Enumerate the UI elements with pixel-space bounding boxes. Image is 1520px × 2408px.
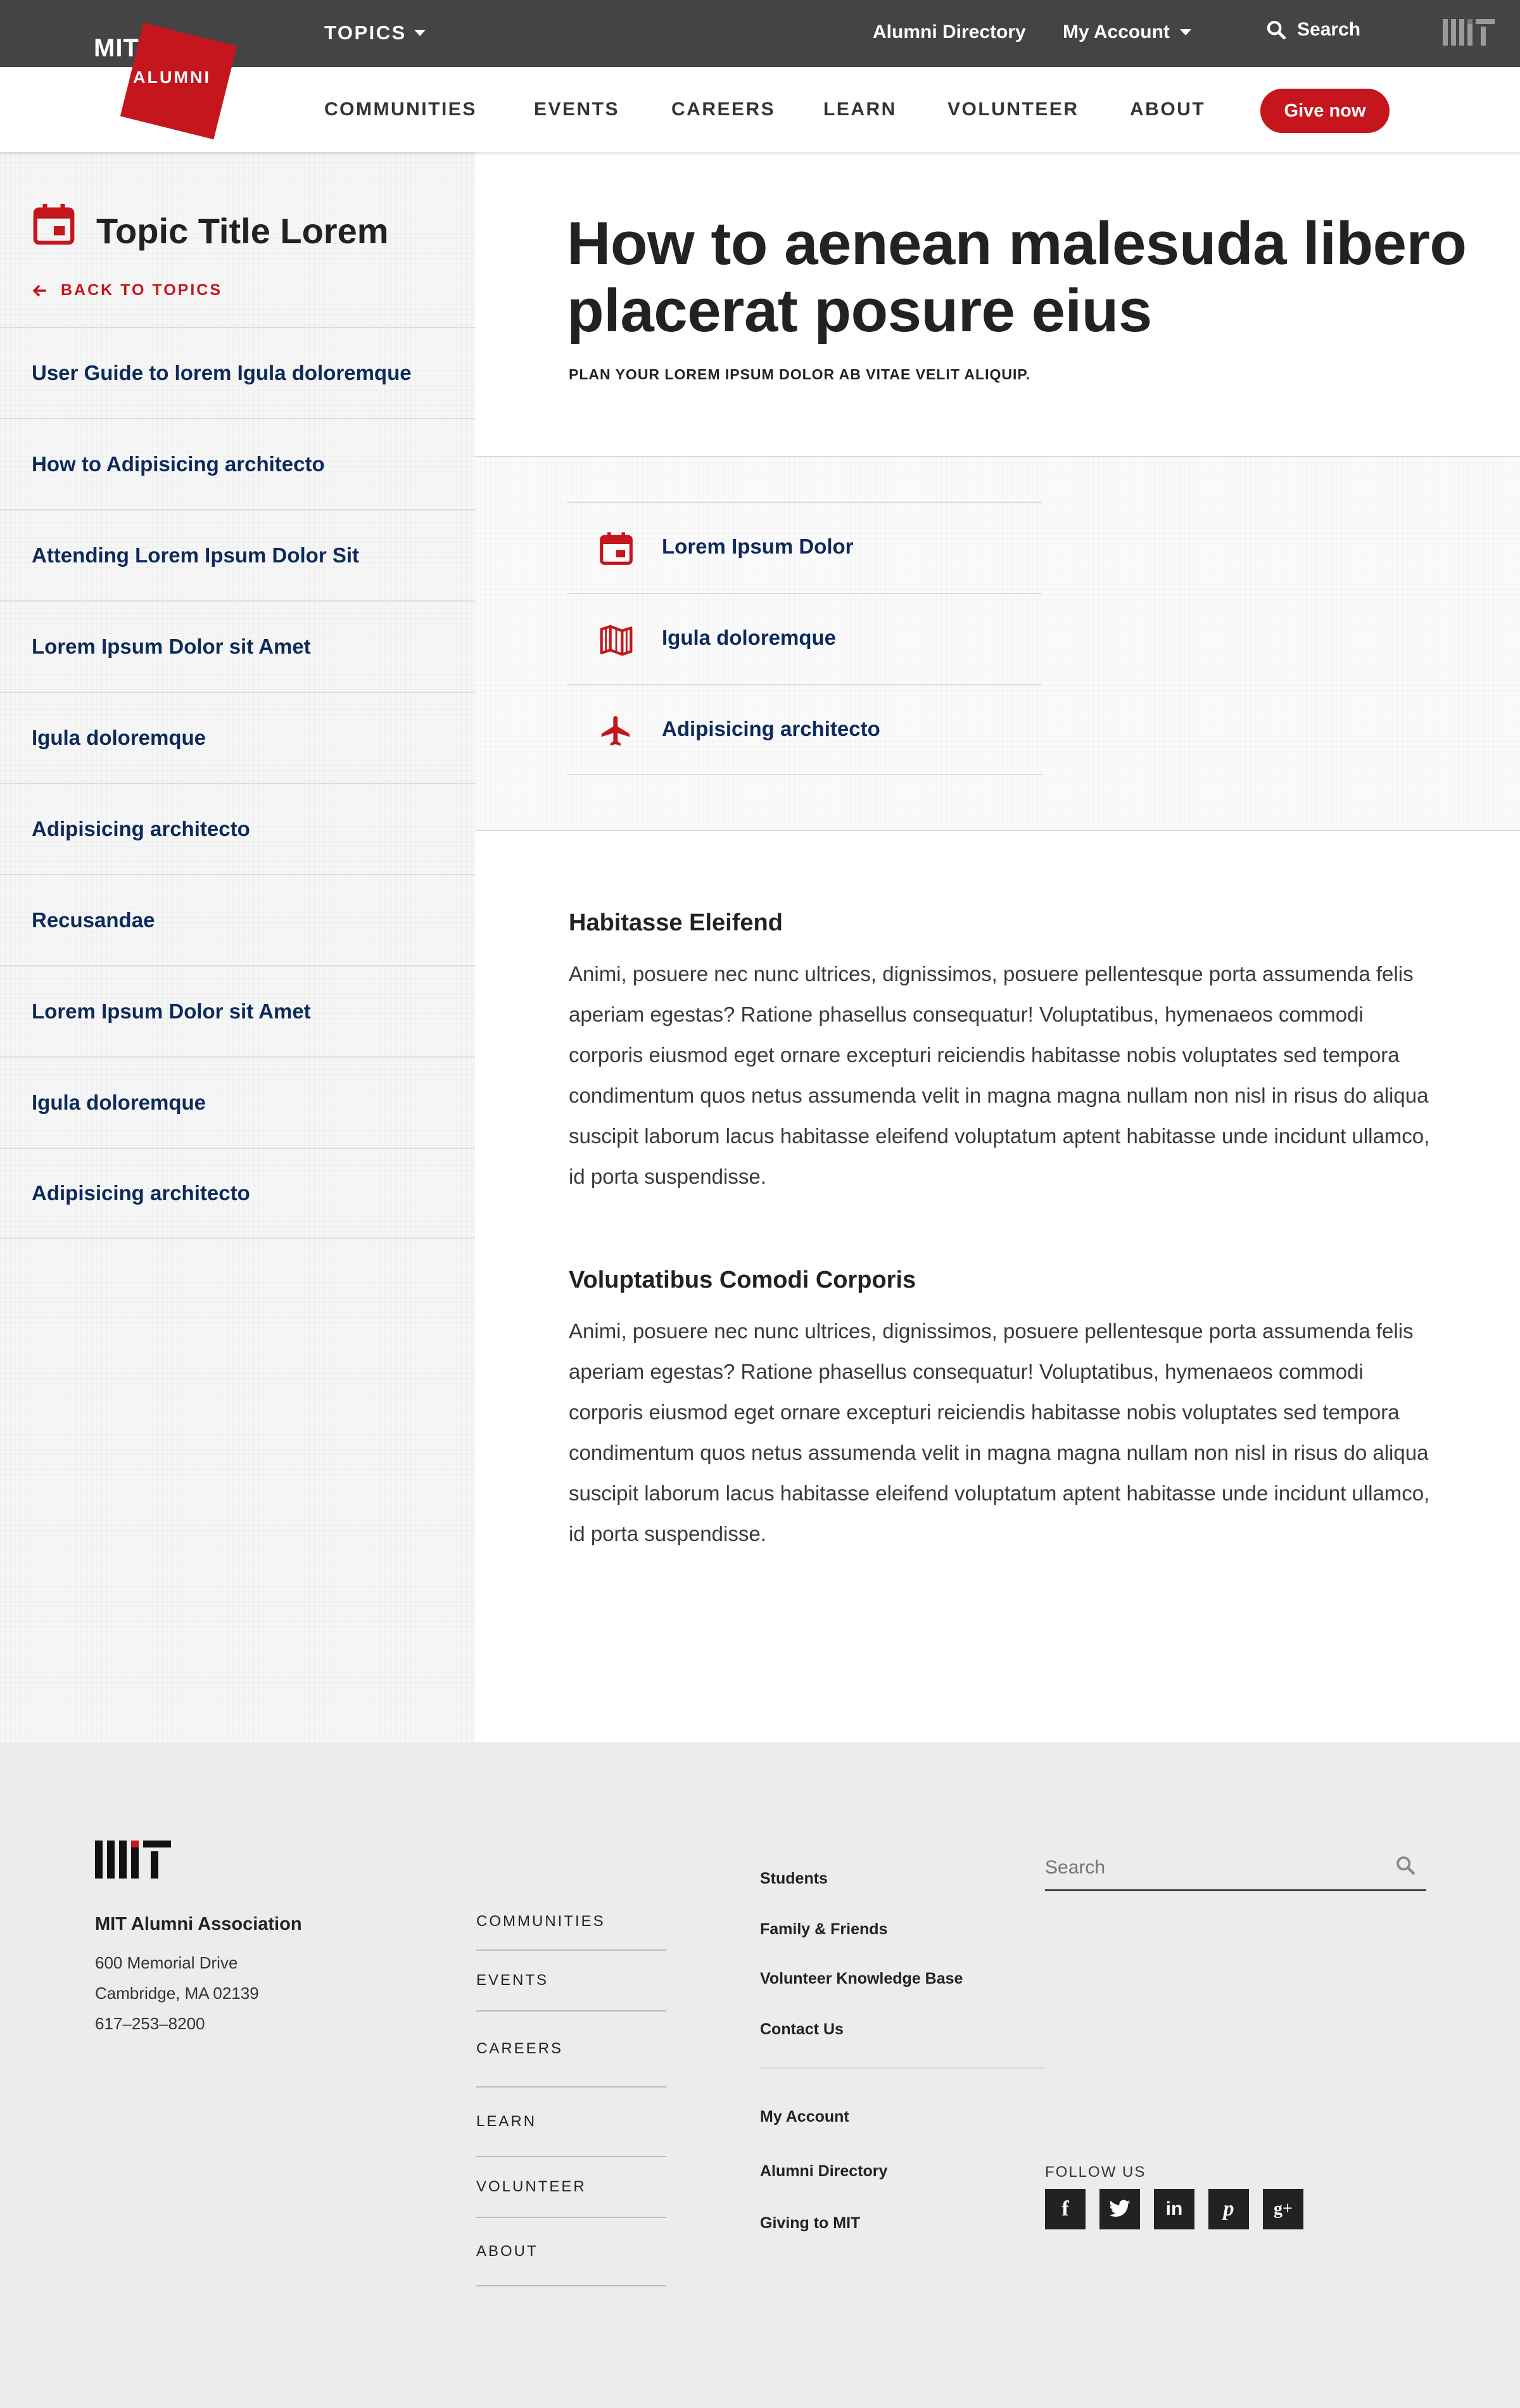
footer-link-alumni-directory[interactable]: Alumni Directory bbox=[760, 2162, 887, 2181]
caret-down-icon bbox=[1179, 29, 1191, 35]
quick-link-label: Igula doloremque bbox=[662, 626, 837, 649]
mit-logo-icon[interactable] bbox=[95, 1841, 171, 1879]
footer-nav-label: LEARN bbox=[476, 2113, 537, 2130]
quick-link-label: Adipisicing architecto bbox=[662, 717, 880, 740]
search-label: Search bbox=[1297, 19, 1361, 40]
caret-down-icon bbox=[414, 30, 426, 36]
sidebar-item-label: Attending Lorem Ipsum Dolor Sit bbox=[32, 543, 359, 567]
map-icon bbox=[600, 624, 633, 656]
footer-nav-volunteer[interactable]: VOLUNTEER bbox=[476, 2157, 666, 2218]
site-footer: MIT Alumni Association 600 Memorial Driv… bbox=[0, 1742, 1520, 2408]
quick-link-item[interactable]: Adipisicing architecto bbox=[567, 684, 1042, 775]
topics-label: TOPICS bbox=[324, 22, 407, 44]
footer-nav-label: COMMUNITIES bbox=[476, 1913, 605, 1930]
footer-nav-label: ABOUT bbox=[476, 2243, 538, 2260]
sidebar-item[interactable]: Lorem Ipsum Dolor sit Amet bbox=[0, 600, 475, 692]
arrow-left-icon bbox=[32, 284, 46, 296]
section-heading: Habitasse Eleifend bbox=[569, 909, 783, 936]
linkedin-icon[interactable]: in bbox=[1154, 2189, 1194, 2229]
nav-learn[interactable]: LEARN bbox=[823, 99, 897, 120]
search-icon bbox=[1267, 20, 1286, 40]
footer-divider bbox=[760, 2067, 1045, 2069]
nav-volunteer[interactable]: VOLUNTEER bbox=[947, 99, 1079, 120]
footer-phone: 617–253–8200 bbox=[95, 2014, 205, 2033]
sidebar-item[interactable]: User Guide to lorem Igula doloremque bbox=[0, 327, 475, 418]
section-heading: Voluptatibus Comodi Corporis bbox=[569, 1267, 916, 1293]
footer-nav-label: VOLUNTEER bbox=[476, 2178, 586, 2195]
quick-link-item[interactable]: Lorem Ipsum Dolor bbox=[567, 502, 1042, 593]
footer-address-line2: Cambridge, MA 02139 bbox=[95, 1984, 259, 2003]
twitter-icon[interactable] bbox=[1099, 2189, 1140, 2229]
footer-search-input[interactable] bbox=[1045, 1846, 1426, 1891]
search-link[interactable]: Search bbox=[1265, 19, 1360, 41]
sidebar-item[interactable]: Recusandae bbox=[0, 874, 475, 965]
calendar-icon bbox=[600, 532, 633, 565]
topics-menu[interactable]: TOPICS bbox=[324, 22, 426, 44]
section-body: Animi, posuere nec nunc ultrices, dignis… bbox=[569, 1319, 1430, 1545]
footer-link-giving[interactable]: Giving to MIT bbox=[760, 2214, 860, 2233]
follow-us-label: FOLLOW US bbox=[1045, 2164, 1146, 2181]
footer-nav-label: CAREERS bbox=[476, 2040, 564, 2057]
topic-sidebar: Topic Title Lorem BACK TO TOPICS User Gu… bbox=[0, 152, 475, 1742]
nav-communities[interactable]: COMMUNITIES bbox=[324, 99, 477, 120]
sidebar-item-label: Adipisicing architecto bbox=[32, 1181, 250, 1205]
facebook-icon[interactable]: f bbox=[1045, 2189, 1086, 2229]
sidebar-item[interactable]: Attending Lorem Ipsum Dolor Sit bbox=[0, 509, 475, 600]
footer-nav-events[interactable]: EVENTS bbox=[476, 1951, 666, 2012]
back-to-topics-link[interactable]: BACK TO TOPICS bbox=[32, 281, 222, 300]
page-title: How to aenean malesuda libero placerat p… bbox=[567, 210, 1467, 345]
footer-org-name: MIT Alumni Association bbox=[95, 1914, 302, 1934]
pinterest-icon[interactable]: p bbox=[1208, 2189, 1249, 2229]
calendar-icon bbox=[33, 203, 75, 245]
my-account-label: My Account bbox=[1063, 22, 1170, 42]
footer-nav-label: EVENTS bbox=[476, 1972, 549, 1989]
airplane-icon bbox=[601, 716, 630, 746]
sidebar-item-label: How to Adipisicing architecto bbox=[32, 452, 325, 476]
search-icon[interactable] bbox=[1395, 1854, 1416, 1876]
sidebar-item-label: User Guide to lorem Igula doloremque bbox=[32, 361, 412, 384]
mit-logo-icon[interactable] bbox=[1443, 19, 1495, 46]
sidebar-item-label: Adipisicing architecto bbox=[32, 817, 250, 840]
nav-about[interactable]: ABOUT bbox=[1130, 99, 1205, 120]
footer-nav-communities[interactable]: COMMUNITIES bbox=[476, 1894, 666, 1951]
sidebar-item-label: Recusandae bbox=[32, 908, 155, 932]
sidebar-item[interactable]: Lorem Ipsum Dolor sit Amet bbox=[0, 965, 475, 1056]
page-subtitle: PLAN YOUR LOREM IPSUM DOLOR AB VITAE VEL… bbox=[569, 366, 1031, 383]
logo-alumni-text: ALUMNI bbox=[133, 68, 211, 87]
sidebar-item[interactable]: Igula doloremque bbox=[0, 692, 475, 783]
footer-link-volunteer-kb[interactable]: Volunteer Knowledge Base bbox=[760, 1970, 963, 1988]
sidebar-title: Topic Title Lorem bbox=[96, 211, 389, 251]
footer-link-contact[interactable]: Contact Us bbox=[760, 2020, 844, 2039]
footer-nav-careers[interactable]: CAREERS bbox=[476, 2012, 666, 2088]
google-plus-icon[interactable]: g+ bbox=[1263, 2189, 1303, 2229]
nav-careers[interactable]: CAREERS bbox=[671, 99, 775, 120]
sidebar-item[interactable]: Adipisicing architecto bbox=[0, 783, 475, 874]
footer-nav-about[interactable]: ABOUT bbox=[476, 2218, 666, 2286]
alumni-directory-link[interactable]: Alumni Directory bbox=[873, 22, 1026, 43]
my-account-menu[interactable]: My Account bbox=[1063, 22, 1191, 43]
footer-link-students[interactable]: Students bbox=[760, 1870, 828, 1888]
sidebar-item-label: Igula doloremque bbox=[32, 1091, 206, 1114]
footer-nav-learn[interactable]: LEARN bbox=[476, 2088, 666, 2157]
sidebar-item-label: Lorem Ipsum Dolor sit Amet bbox=[32, 999, 311, 1023]
give-now-button[interactable]: Give now bbox=[1260, 89, 1390, 133]
nav-events[interactable]: EVENTS bbox=[534, 99, 619, 120]
sidebar-item[interactable]: How to Adipisicing architecto bbox=[0, 418, 475, 509]
sidebar-item[interactable]: Adipisicing architecto bbox=[0, 1148, 475, 1239]
sidebar-item[interactable]: Igula doloremque bbox=[0, 1056, 475, 1148]
quick-link-item[interactable]: Igula doloremque bbox=[567, 593, 1042, 684]
section-body: Animi, posuere nec nunc ultrices, dignis… bbox=[569, 962, 1430, 1188]
sidebar-item-label: Lorem Ipsum Dolor sit Amet bbox=[32, 635, 311, 658]
back-to-topics-label: BACK TO TOPICS bbox=[61, 281, 222, 299]
logo-mit-text: MIT bbox=[94, 34, 139, 62]
footer-link-family[interactable]: Family & Friends bbox=[760, 1920, 887, 1939]
footer-address-line1: 600 Memorial Drive bbox=[95, 1953, 238, 1972]
sidebar-item-label: Igula doloremque bbox=[32, 726, 206, 749]
quick-link-label: Lorem Ipsum Dolor bbox=[662, 535, 854, 558]
footer-link-my-account[interactable]: My Account bbox=[760, 2108, 849, 2126]
